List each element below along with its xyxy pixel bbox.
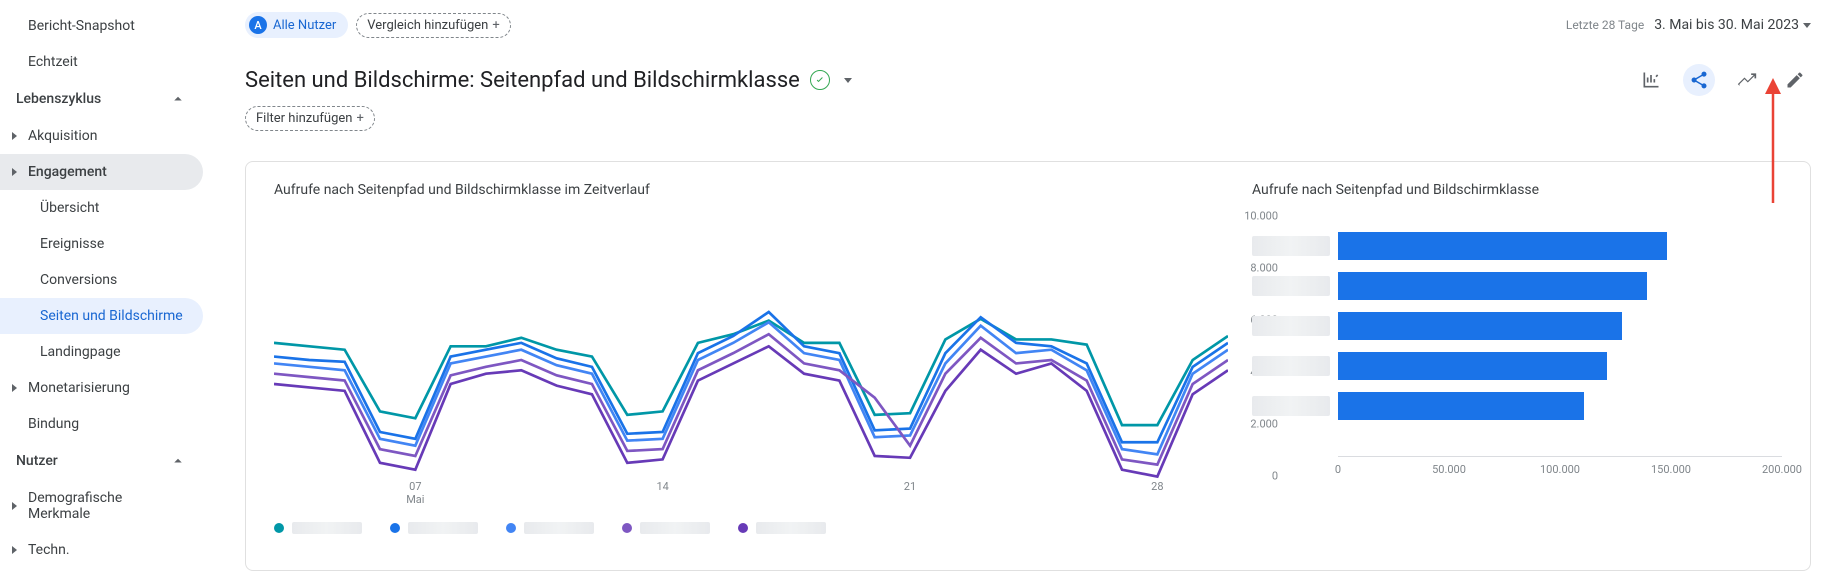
bar-track <box>1338 270 1782 302</box>
date-range-text: 3. Mai bis 30. Mai 2023 <box>1654 17 1799 33</box>
badge-a: A <box>249 16 267 34</box>
share-icon <box>1689 70 1709 90</box>
bar-fill[interactable] <box>1338 272 1647 300</box>
all-users-chip[interactable]: A Alle Nutzer <box>245 12 348 38</box>
audience-chips: A Alle Nutzer Vergleich hinzufügen + <box>245 12 511 38</box>
sidebar-item-realtime[interactable]: Echtzeit <box>0 44 203 80</box>
sidebar: Bericht-Snapshot Echtzeit Lebenszyklus A… <box>0 0 215 571</box>
share-report-button[interactable] <box>1683 64 1715 96</box>
add-comparison-chip[interactable]: Vergleich hinzufügen + <box>356 13 510 38</box>
bar-row <box>1252 226 1782 266</box>
title-row: Seiten und Bildschirme: Seitenpfad und B… <box>245 64 1811 96</box>
line-series <box>274 346 1228 476</box>
sidebar-item-acquisition[interactable]: Akquisition <box>0 118 203 154</box>
chevron-up-icon <box>169 452 187 470</box>
sidebar-section-label: Lebenszyklus <box>16 91 101 107</box>
bar-x-tick-label: 100.000 <box>1540 463 1580 476</box>
check-icon <box>814 74 826 86</box>
date-range-label: Letzte 28 Tage <box>1566 18 1644 32</box>
sidebar-sub-pages-screens[interactable]: Seiten und Bildschirme <box>0 298 203 334</box>
add-comparison-label: Vergleich hinzufügen <box>367 18 488 33</box>
sidebar-sub-landing-page[interactable]: Landingpage <box>0 334 203 370</box>
insights-icon <box>1737 70 1757 90</box>
bar-row <box>1252 266 1782 306</box>
sidebar-item-demographics[interactable]: Demografische Merkmale <box>0 480 203 532</box>
status-check-button[interactable] <box>810 70 830 90</box>
sidebar-item-tech[interactable]: Techn. <box>0 532 203 568</box>
x-tick-label: 28 <box>1151 480 1163 493</box>
bar-row <box>1252 346 1782 386</box>
line-chart-card: Aufrufe nach Seitenpfad und Bildschirmkl… <box>274 182 1228 556</box>
bar-chart-card: Aufrufe nach Seitenpfad und Bildschirmkl… <box>1252 182 1782 556</box>
bar-x-tick-label: 0 <box>1335 463 1341 476</box>
bar-fill[interactable] <box>1338 312 1622 340</box>
line-x-axis: 07Mai 14 21 28 <box>274 480 1228 510</box>
dropdown-caret-icon[interactable] <box>844 78 852 83</box>
bar-x-tick-label: 200.000 <box>1762 463 1802 476</box>
date-range-value: 3. Mai bis 30. Mai 2023 <box>1654 17 1811 33</box>
sidebar-section-lifecycle[interactable]: Lebenszyklus <box>0 80 203 118</box>
cards-container: Aufrufe nach Seitenpfad und Bildschirmkl… <box>245 161 1811 571</box>
line-chart-title: Aufrufe nach Seitenpfad und Bildschirmkl… <box>274 182 1228 198</box>
bar-fill[interactable] <box>1338 352 1607 380</box>
x-tick-label: 07Mai <box>406 480 424 506</box>
page-title: Seiten und Bildschirme: Seitenpfad und B… <box>245 68 800 93</box>
y-tick-label: 0 <box>1272 470 1278 483</box>
customize-report-button[interactable] <box>1635 64 1667 96</box>
bar-chart-area <box>1252 226 1782 456</box>
x-tick-label: 14 <box>656 480 668 493</box>
topbar: A Alle Nutzer Vergleich hinzufügen + Let… <box>245 12 1811 38</box>
edit-button[interactable] <box>1779 64 1811 96</box>
sidebar-section-label: Nutzer <box>16 453 58 469</box>
line-chart-wrap: 02.0004.0006.0008.00010.000 07Mai 14 21 28 <box>274 216 1228 556</box>
bar-fill[interactable] <box>1338 232 1667 260</box>
bar-x-tick-label: 150.000 <box>1651 463 1691 476</box>
sidebar-sub-events[interactable]: Ereignisse <box>0 226 203 262</box>
bar-track <box>1338 350 1782 382</box>
bar-x-tick-label: 50.000 <box>1432 463 1466 476</box>
bar-track <box>1338 390 1782 422</box>
sidebar-sub-overview[interactable]: Übersicht <box>0 190 203 226</box>
sidebar-section-user[interactable]: Nutzer <box>0 442 203 480</box>
sidebar-item-report-snapshot[interactable]: Bericht-Snapshot <box>0 8 203 44</box>
sidebar-sub-conversions[interactable]: Conversions <box>0 262 203 298</box>
date-picker[interactable]: Letzte 28 Tage 3. Mai bis 30. Mai 2023 <box>1566 17 1811 33</box>
bar-label-redacted <box>1252 356 1330 376</box>
line-series <box>274 319 1228 425</box>
add-filter-chip[interactable]: Filter hinzufügen + <box>245 106 375 131</box>
pencil-icon <box>1785 70 1805 90</box>
bar-row <box>1252 306 1782 346</box>
plus-icon: + <box>356 111 363 126</box>
x-tick-label: 21 <box>904 480 916 493</box>
bar-track <box>1338 310 1782 342</box>
bar-label-redacted <box>1252 396 1330 416</box>
main-content: A Alle Nutzer Vergleich hinzufügen + Let… <box>215 0 1831 571</box>
bar-x-axis: 050.000100.000150.000200.000 <box>1338 456 1782 478</box>
sidebar-item-retention[interactable]: Bindung <box>0 406 203 442</box>
chevron-up-icon <box>169 90 187 108</box>
plus-icon: + <box>492 18 499 33</box>
caret-down-icon <box>1803 23 1811 28</box>
sidebar-item-monetization[interactable]: Monetarisierung <box>0 370 203 406</box>
chart-edit-icon <box>1641 70 1661 90</box>
bar-track <box>1338 230 1782 262</box>
bar-row <box>1252 386 1782 426</box>
all-users-label: Alle Nutzer <box>273 18 336 33</box>
bar-label-redacted <box>1252 276 1330 296</box>
filter-row: Filter hinzufügen + <box>245 106 1811 131</box>
line-chart-area: 02.0004.0006.0008.00010.000 <box>274 216 1228 476</box>
bar-fill[interactable] <box>1338 392 1584 420</box>
bar-label-redacted <box>1252 316 1330 336</box>
sidebar-item-engagement[interactable]: Engagement <box>0 154 203 190</box>
bar-label-redacted <box>1252 236 1330 256</box>
action-icons <box>1635 64 1811 96</box>
add-filter-label: Filter hinzufügen <box>256 111 352 126</box>
insights-button[interactable] <box>1731 64 1763 96</box>
y-tick-label: 10.000 <box>1244 210 1278 223</box>
bar-chart-title: Aufrufe nach Seitenpfad und Bildschirmkl… <box>1252 182 1782 198</box>
